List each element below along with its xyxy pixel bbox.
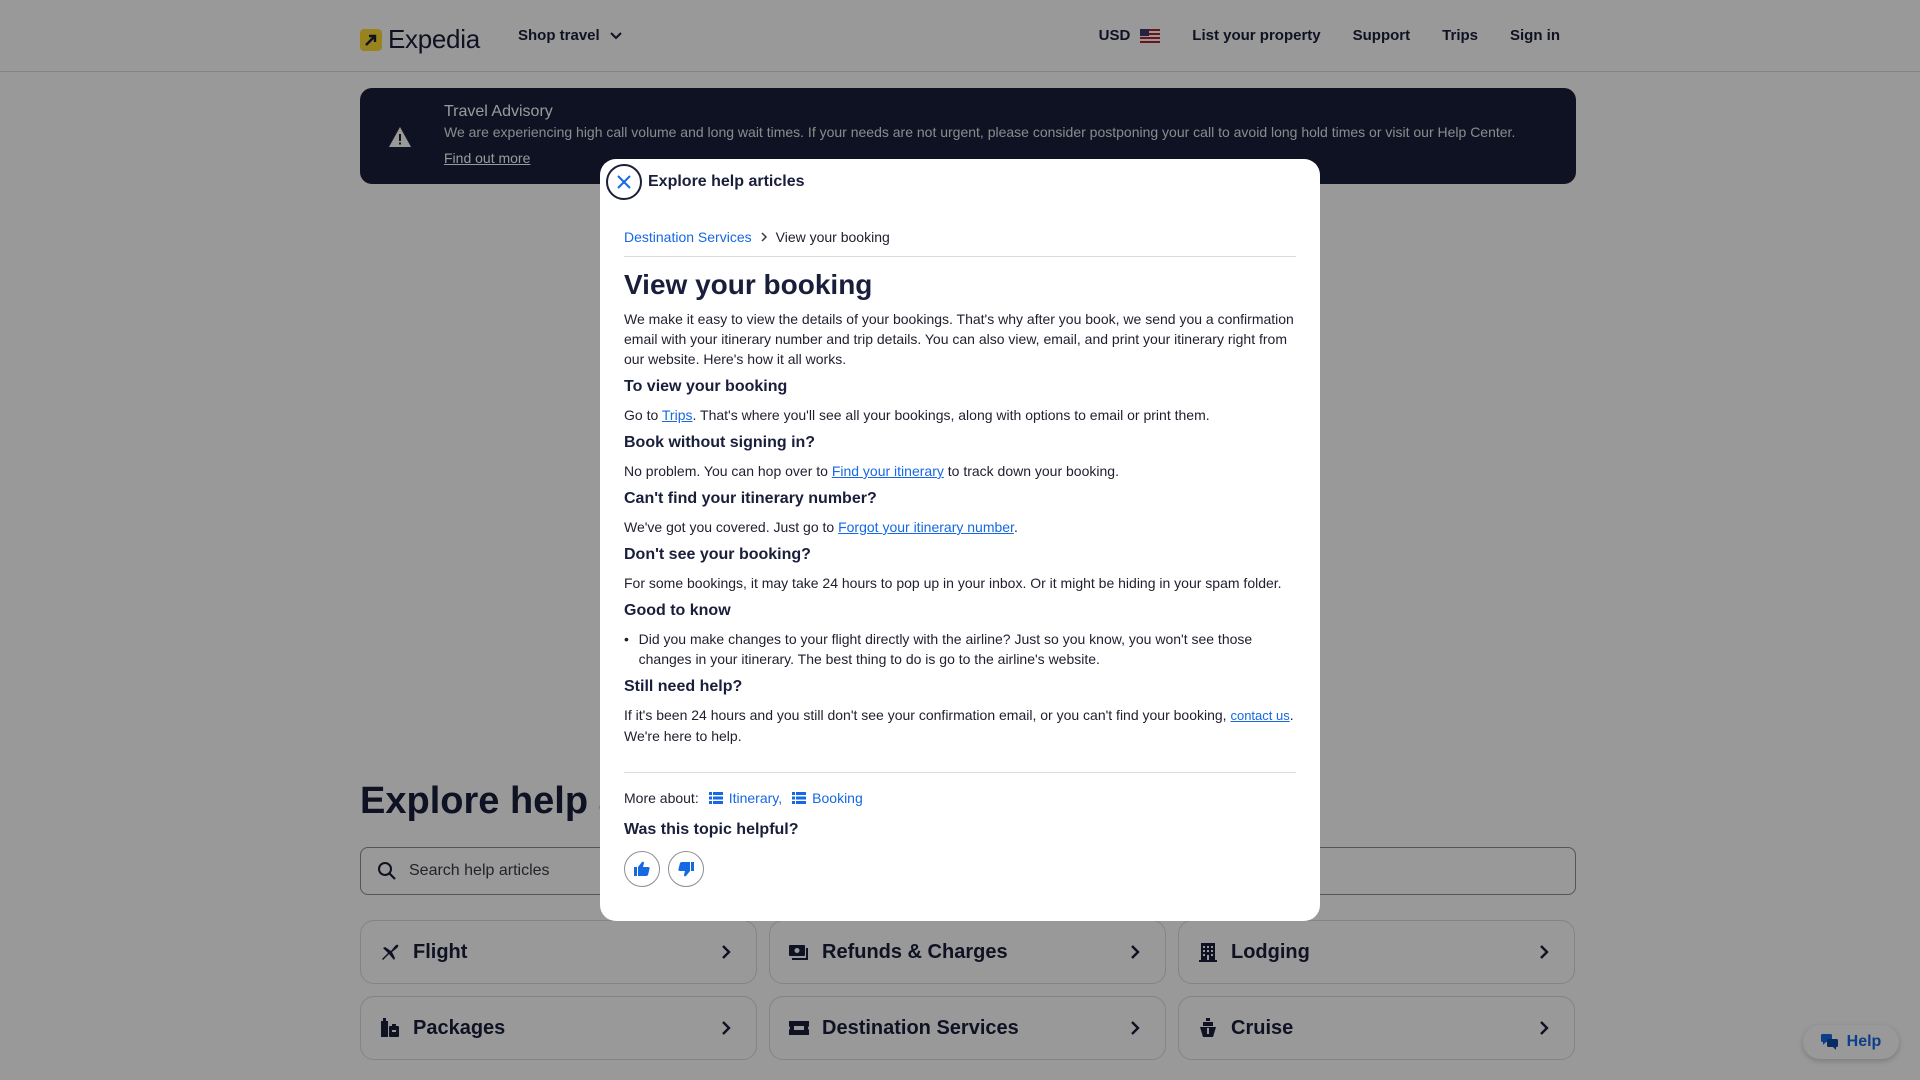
tag-itinerary[interactable]: Itinerary, [708, 790, 782, 806]
section-text: No problem. You can hop over to Find you… [624, 463, 1119, 479]
contact-us-link[interactable]: contact us [1230, 708, 1289, 723]
dialog-title: Explore help articles [648, 173, 805, 190]
section-text: We've got you covered. Just go to Forgot… [624, 519, 1018, 535]
helpful-question: Was this topic helpful? [624, 821, 799, 838]
list-icon [792, 792, 807, 804]
close-icon [617, 175, 631, 189]
chevron-right-icon [761, 232, 767, 242]
list-item: • Did you make changes to your flight di… [624, 631, 1253, 667]
thumbs-down-button[interactable] [668, 851, 704, 887]
section-heading: Good to know [624, 602, 731, 619]
close-button[interactable] [606, 164, 642, 200]
article-title: View your booking [624, 269, 873, 300]
list-icon [708, 792, 723, 804]
bullet-icon: • [624, 631, 629, 647]
article-intro: We make it easy to view the details of y… [624, 311, 1294, 367]
thumbs-down-icon [678, 862, 694, 877]
more-about-row: More about: Itinerary, Booking [624, 790, 1296, 806]
section-heading: Can't find your itinerary number? [624, 490, 877, 507]
breadcrumb-current: View your booking [775, 229, 890, 245]
section-text: Go to Trips. That's where you'll see all… [624, 407, 1210, 423]
tag-booking[interactable]: Booking [792, 790, 863, 806]
section-heading: To view your booking [624, 378, 788, 395]
more-about-label: More about: [624, 790, 699, 806]
article-body: Destination Services View your booking V… [624, 229, 1296, 887]
breadcrumb-destination-services[interactable]: Destination Services [624, 229, 752, 245]
thumbs-up-button[interactable] [624, 851, 660, 887]
section-heading: Still need help? [624, 678, 743, 695]
feedback-buttons [624, 851, 1296, 887]
breadcrumb: Destination Services View your booking [624, 229, 1296, 257]
trips-link[interactable]: Trips [662, 407, 693, 423]
thumbs-up-icon [634, 861, 650, 876]
find-itinerary-link[interactable]: Find your itinerary [832, 463, 944, 479]
forgot-itinerary-link[interactable]: Forgot your itinerary number [838, 519, 1014, 535]
section-text: If it's been 24 hours and you still don'… [624, 707, 1294, 744]
divider [624, 772, 1296, 773]
help-article-dialog: Explore help articles Destination Servic… [600, 159, 1320, 921]
section-heading: Don't see your booking? [624, 546, 811, 563]
section-heading: Book without signing in? [624, 434, 816, 451]
section-text: For some bookings, it may take 24 hours … [624, 575, 1282, 591]
